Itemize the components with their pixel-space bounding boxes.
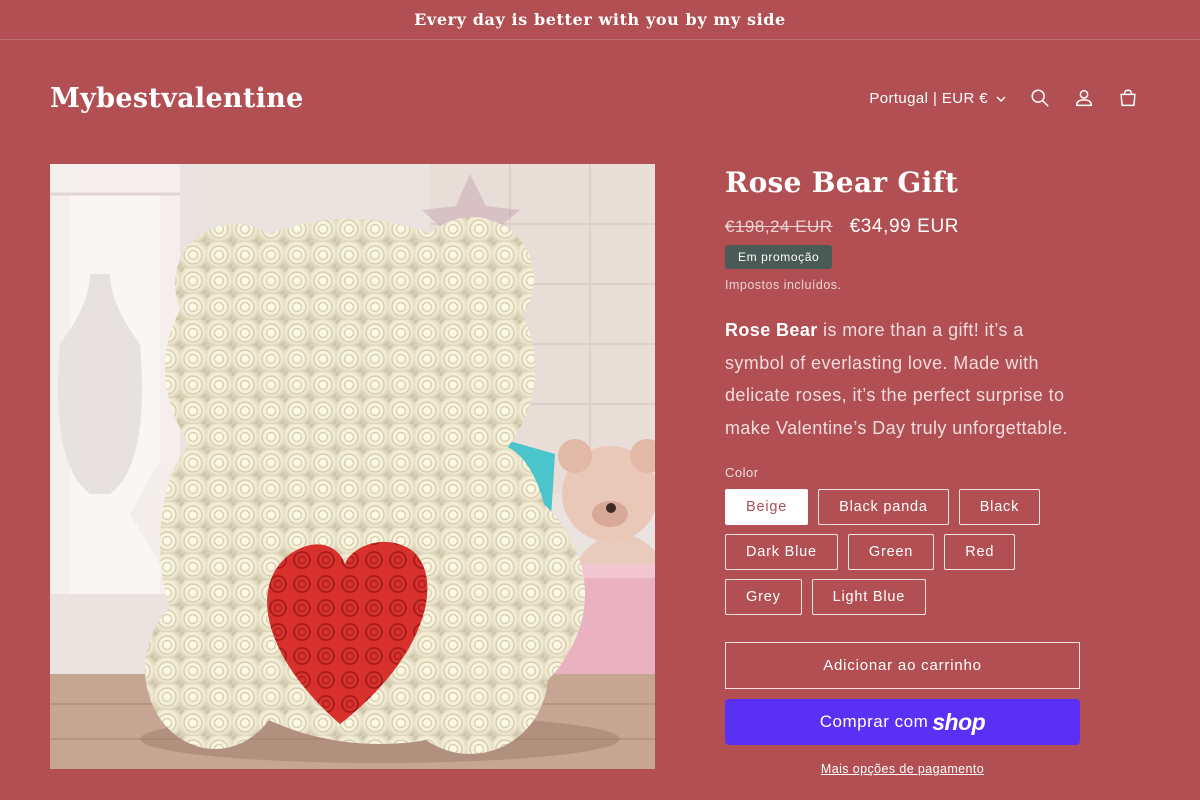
locale-label: Portugal | EUR € [869,89,988,107]
cart-icon[interactable] [1106,76,1150,120]
sale-price: €34,99 EUR [849,216,960,237]
shop-pay-label: Comprar com [819,712,929,731]
color-option-black-panda[interactable]: Black panda [818,489,949,525]
product-description: Rose Bear is more than a gift! it’s a sy… [725,314,1080,444]
sale-badge: Em promoção [725,245,833,269]
compare-price: €198,24 EUR [725,217,833,236]
color-option-black[interactable]: Black [958,489,1041,525]
add-to-cart-button[interactable]: Adicionar ao carrinho [725,642,1080,689]
price-row: €198,24 EUR €34,99 EUR [725,216,1080,238]
rose-bear-illustration [50,164,655,769]
color-options: Beige Black panda Black Dark Blue Green … [725,489,1080,615]
description-highlight: Rose Bear [725,320,818,340]
search-icon[interactable] [1018,76,1062,120]
color-option-light-blue[interactable]: Light Blue [811,579,927,615]
locale-selector[interactable]: Portugal | EUR € [869,90,1006,107]
shop-pay-logo: shop [932,708,986,735]
color-option-green[interactable]: Green [847,534,935,570]
header-actions: Portugal | EUR € [869,76,1150,120]
tax-note: Impostos incluídos. [725,278,842,292]
account-icon[interactable] [1062,76,1106,120]
announcement-bar: Every day is better with you by my side [0,0,1200,40]
color-option-red[interactable]: Red [944,534,1016,570]
color-option-grey[interactable]: Grey [725,579,802,615]
more-payment-options-link[interactable]: Mais opções de pagamento [725,762,1080,776]
site-header: Mybestvalentine Portugal | EUR € [50,78,1150,118]
chevron-down-icon [996,90,1006,107]
product-image[interactable] [50,164,655,769]
color-option-dark-blue[interactable]: Dark Blue [725,534,838,570]
color-label: Color [725,465,759,480]
color-option-beige[interactable]: Beige [725,489,809,525]
product-title: Rose Bear Gift [725,166,959,199]
product-info: Rose Bear Gift €198,24 EUR €34,99 EUR Em… [725,164,1080,776]
shop-pay-button[interactable]: Comprar com shop [725,699,1080,745]
announcement-text: Every day is better with you by my side [414,10,786,29]
store-logo[interactable]: Mybestvalentine [50,83,304,114]
